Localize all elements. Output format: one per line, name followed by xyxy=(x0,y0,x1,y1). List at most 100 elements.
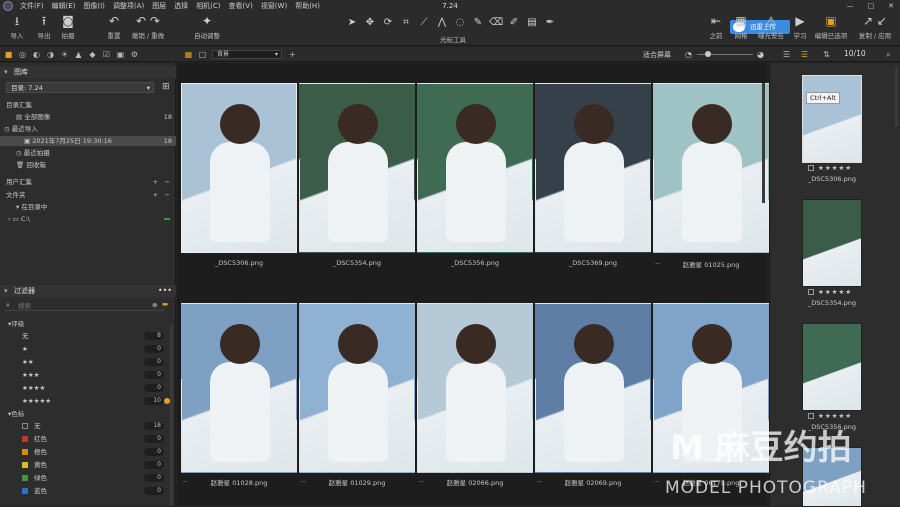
filmstrip-thumbnail[interactable] xyxy=(802,75,862,163)
filmstrip-select-checkbox[interactable] xyxy=(808,289,814,295)
auto-adjust-button[interactable]: ✦ 自动调整 xyxy=(190,15,224,41)
menu-file[interactable]: 文件(F) xyxy=(20,0,44,12)
rating-filter-1[interactable]: ★ 0 xyxy=(0,344,176,354)
filters-header[interactable]: ▾ 过滤器 ••• xyxy=(0,285,176,297)
close-icon[interactable]: ✕ xyxy=(888,0,894,12)
all-images-item[interactable]: ▤ 全部图像 18 xyxy=(0,112,176,122)
menu-camera[interactable]: 相机(C) xyxy=(196,0,220,12)
thumbnail-image[interactable] xyxy=(299,303,415,473)
menu-edit[interactable]: 编辑(E) xyxy=(52,0,76,12)
grid-button[interactable]: ▦ 网格 xyxy=(727,15,755,41)
menu-help[interactable]: 帮助(H) xyxy=(295,0,320,12)
thumbnail-image[interactable] xyxy=(653,83,769,253)
add-icon[interactable]: + xyxy=(288,50,297,59)
menu-view[interactable]: 查看(V) xyxy=(229,0,253,12)
zoom-handle[interactable] xyxy=(705,51,711,57)
undo-redo-button[interactable]: ↶ ↷ 撤销 / 重做 xyxy=(128,15,168,41)
minimize-icon[interactable]: — xyxy=(847,0,854,12)
adjust-tab-icon[interactable]: ◆ xyxy=(88,50,97,59)
more-icon[interactable]: ••• xyxy=(158,285,172,297)
remove-collection-icon[interactable]: − xyxy=(165,177,170,187)
thumbnail-image[interactable] xyxy=(299,83,415,253)
remove-folder-icon[interactable]: − xyxy=(165,190,170,200)
menu-select[interactable]: 选择 xyxy=(174,0,188,12)
erase-tool-icon[interactable]: ⌫ xyxy=(489,16,503,30)
filmstrip-rating[interactable]: ★★★★★ xyxy=(818,288,852,296)
details-tab-icon[interactable]: ▲ xyxy=(74,50,83,59)
menu-image[interactable]: 图像(I) xyxy=(83,0,105,12)
filmstrip-select-checkbox[interactable] xyxy=(808,413,814,419)
in-catalog-item[interactable]: ▾ 在目录中 xyxy=(0,202,176,212)
add-folder-icon[interactable]: + xyxy=(153,190,158,200)
rating-filter-3[interactable]: ★★★ 0 xyxy=(0,370,176,380)
zoom-slider[interactable]: ◔ ◕ xyxy=(685,50,765,59)
previous-button[interactable]: ⇤ 之前 xyxy=(702,15,730,41)
trash-item[interactable]: 🗑 回收箱 xyxy=(0,160,176,170)
straighten-tool-icon[interactable]: ⟋ xyxy=(417,16,431,30)
picker-tool-icon[interactable]: ✒ xyxy=(543,16,557,30)
grid-thumbnail[interactable]: 赵雅星 01029.png -- xyxy=(299,303,415,498)
grid-thumbnail[interactable]: _DSC5356.png xyxy=(417,83,533,278)
grid-thumbnail[interactable]: _DSC5369.png xyxy=(535,83,651,278)
grid-thumbnail[interactable]: _DSC5306.png xyxy=(181,83,297,278)
grid-scrollbar[interactable] xyxy=(762,83,765,203)
rating-filter-5[interactable]: ★★★★★ 10 xyxy=(0,396,176,406)
grid-thumbnail[interactable]: 赵雅星 01028.png -- xyxy=(181,303,297,498)
gradient-tool-icon[interactable]: ▤ xyxy=(525,16,539,30)
brush-tool-icon[interactable]: ✐ xyxy=(507,16,521,30)
recent-imports-item[interactable]: ◷ 最近导入 xyxy=(0,124,176,134)
copy-apply-button[interactable]: ↗ ↙ 复制 / 应用 xyxy=(855,15,895,41)
single-view-icon[interactable]: □ xyxy=(198,50,207,59)
filmstrip-rating[interactable]: ★★★★★ xyxy=(818,164,852,172)
user-collections-header[interactable]: 用户汇集 + − xyxy=(0,177,176,187)
sort-icon[interactable]: ⇅ xyxy=(822,50,831,59)
spot-tool-icon[interactable]: ◌ xyxy=(453,16,467,30)
import-button[interactable]: ⭳ 导入 xyxy=(3,15,31,41)
keystone-tool-icon[interactable]: ⋀ xyxy=(435,16,449,30)
filmstrip-thumbnail[interactable] xyxy=(802,323,862,411)
crop-tool-icon[interactable]: ⌗ xyxy=(399,16,413,30)
rating-header[interactable]: ▾评级 xyxy=(0,319,176,329)
zoom-in-icon[interactable]: ◕ xyxy=(757,50,764,59)
fit-screen-label[interactable]: 适合屏幕 xyxy=(643,50,671,60)
mask-tool-icon[interactable]: ✎ xyxy=(471,16,485,30)
settings-gear-icon[interactable]: ⚙ xyxy=(130,50,139,59)
reset-button[interactable]: ↶ 重置 xyxy=(100,15,128,41)
library-header[interactable]: ▾ 图库 xyxy=(0,66,176,78)
recent-import-date-item[interactable]: ▣ 2021年7月25日 19:30:16 18 xyxy=(0,136,176,146)
color-filter-yellow[interactable]: 黄色 0 xyxy=(0,460,176,470)
folders-header[interactable]: 文件夹 + − xyxy=(0,190,176,200)
thumbnail-image[interactable] xyxy=(535,303,651,473)
rating-filter-none[interactable]: 无8 xyxy=(0,331,176,341)
filters-scrollbar[interactable] xyxy=(170,325,173,505)
recent-captures-item[interactable]: ◷ 最近拍摄 xyxy=(0,148,176,158)
thumbnail-image[interactable] xyxy=(181,83,297,253)
clear-search-icon[interactable]: ⊗ xyxy=(152,301,157,309)
zoom-out-icon[interactable]: ◔ xyxy=(685,50,692,59)
color-filter-red[interactable]: 红色 0 xyxy=(0,434,176,444)
thumbnail-image[interactable] xyxy=(417,303,533,473)
menu-window[interactable]: 视窗(W) xyxy=(261,0,287,12)
exposure-tab-icon[interactable]: ☀ xyxy=(60,50,69,59)
color-filter-blue[interactable]: 蓝色 0 xyxy=(0,486,176,496)
maximize-icon[interactable]: □ xyxy=(868,0,875,12)
color-tag-header[interactable]: ▾色标 xyxy=(0,409,176,419)
thumbnail-image[interactable] xyxy=(181,303,297,473)
rating-filter-4[interactable]: ★★★★ 0 xyxy=(0,383,176,393)
library-tab-icon[interactable]: ■ xyxy=(4,50,13,59)
color-filter-none[interactable]: 无 18 xyxy=(0,421,176,431)
grid-thumbnail[interactable]: 赵雅星 02066.png -- xyxy=(417,303,533,498)
drive-item[interactable]: › ▭ C:\ xyxy=(0,214,176,224)
catalog-select[interactable]: 目录: 7.24 ▾ xyxy=(6,82,154,93)
color-filter-green[interactable]: 绿色 0 xyxy=(0,473,176,483)
search-icon[interactable]: ⌕ xyxy=(884,50,893,59)
catalog-collections-header[interactable]: 目录汇集 xyxy=(0,100,176,110)
pan-tool-icon[interactable]: ✥ xyxy=(363,16,377,30)
add-catalog-icon[interactable]: ⊞ xyxy=(162,82,170,92)
filmstrip-view-icon[interactable]: ☰ xyxy=(800,50,809,59)
color-tab-icon[interactable]: ◑ xyxy=(46,50,55,59)
capture-tab-icon[interactable]: ◎ xyxy=(18,50,27,59)
metadata-tab-icon[interactable]: ☑ xyxy=(102,50,111,59)
thumbnail-image[interactable] xyxy=(535,83,651,253)
list-view-icon[interactable]: ☰ xyxy=(782,50,791,59)
